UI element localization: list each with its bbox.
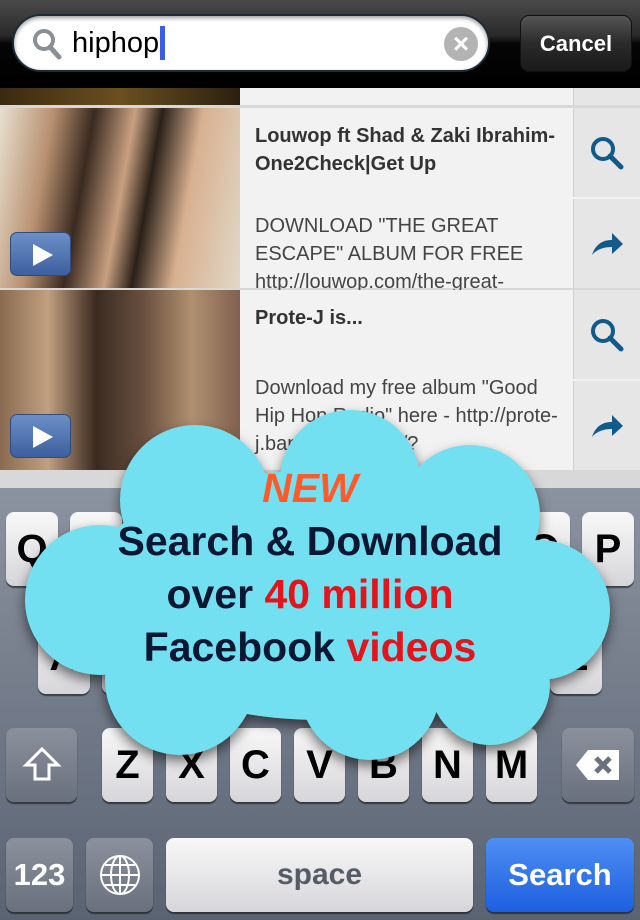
promo-cloud[interactable]: NEW Search & Download over 40 million Fa… <box>20 410 620 770</box>
video-title: Prote-J is... <box>255 307 363 329</box>
search-icon <box>591 318 624 351</box>
search-query: hiphop <box>72 27 160 59</box>
video-thumbnail[interactable] <box>0 108 240 288</box>
globe-icon <box>99 855 140 895</box>
promo-line-3: Facebook videos <box>0 624 620 671</box>
search-input[interactable]: hiphop × <box>12 14 490 72</box>
promo-text: Facebook <box>143 624 347 670</box>
promo-highlight: videos <box>346 624 477 670</box>
search-key[interactable]: Search <box>486 838 634 912</box>
search-icon <box>591 136 624 169</box>
numbers-key[interactable]: 123 <box>6 838 73 912</box>
share-button[interactable] <box>573 199 640 288</box>
cancel-button[interactable]: Cancel <box>520 15 632 72</box>
clear-icon[interactable]: × <box>444 27 478 61</box>
text-caret <box>160 26 166 60</box>
list-item[interactable] <box>0 88 640 105</box>
share-arrow-icon <box>592 232 623 255</box>
space-key[interactable]: space <box>166 838 473 912</box>
promo-line-1: Search & Download <box>117 518 503 564</box>
list-item[interactable]: Louwop ft Shad & Zaki Ibrahim- One2Check… <box>0 108 640 293</box>
promo-highlight: 40 million <box>264 571 454 617</box>
search-icon <box>33 29 62 60</box>
video-thumbnail[interactable] <box>0 88 240 105</box>
promo-line-2: over 40 million <box>0 571 620 618</box>
video-description: DOWNLOAD "THE GREAT ESCAPE" ALBUM FOR FR… <box>255 215 524 293</box>
search-related-button[interactable] <box>573 108 640 197</box>
play-icon[interactable] <box>10 232 71 276</box>
promo-new: NEW <box>262 465 358 511</box>
search-bar: hiphop × Cancel <box>0 0 640 88</box>
globe-key[interactable] <box>86 838 153 912</box>
video-title: Louwop ft Shad & Zaki Ibrahim- One2Check… <box>255 125 555 175</box>
promo-text: over <box>166 571 265 617</box>
search-related-button[interactable] <box>573 290 640 379</box>
